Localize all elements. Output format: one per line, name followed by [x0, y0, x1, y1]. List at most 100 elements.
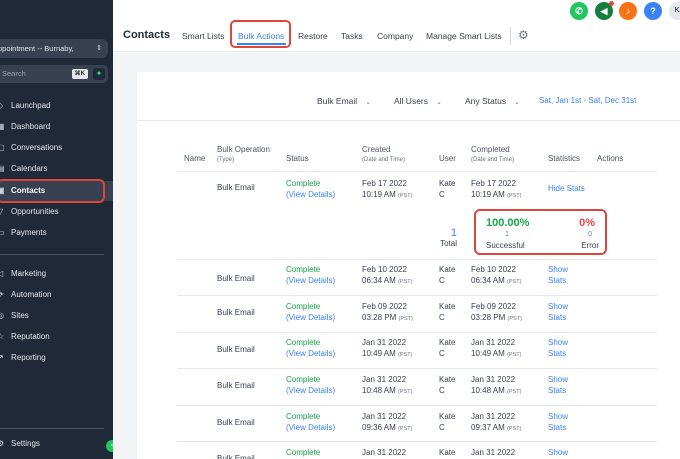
row-type: Bulk Email	[217, 183, 255, 192]
users-filter-value: All Users	[394, 96, 429, 106]
show-stats-link[interactable]: Show Stats	[548, 375, 568, 396]
created-date: Jan 31 2022	[362, 448, 407, 457]
sidebar-item-settings[interactable]: ⚙ Settings	[0, 435, 113, 453]
sidebar-item-label: Payments	[11, 228, 47, 237]
completed-date: Jan 31 2022	[471, 448, 516, 457]
user-first: Kate	[439, 448, 456, 457]
tab-smart-lists[interactable]: Smart Lists	[182, 31, 225, 41]
show-stats-link[interactable]: Show	[548, 448, 568, 459]
show-stats-link[interactable]: Show Stats	[548, 302, 568, 323]
tab-company[interactable]: Company	[377, 31, 413, 41]
sidebar-item-calendars[interactable]: ▤ Calendars	[0, 160, 113, 178]
sidebar-item-reputation[interactable]: ☆ Reputation	[0, 328, 113, 346]
view-details-link[interactable]: (View Details)	[286, 276, 335, 285]
bell-icon[interactable]: ♪	[619, 2, 637, 20]
rocket-icon: ◇	[0, 101, 4, 110]
user-last: C	[439, 312, 445, 322]
view-details-link[interactable]: (View Details)	[286, 423, 335, 432]
show-stats-line2: Stats	[548, 385, 567, 395]
tab-manage-smart-lists[interactable]: Manage Smart Lists	[426, 31, 502, 41]
timezone: (PST)	[507, 192, 522, 199]
error-count: 0	[588, 231, 592, 238]
sidebar-item-marketing[interactable]: ◁ Marketing	[0, 265, 113, 283]
phone-icon[interactable]: ✆	[570, 2, 588, 20]
completed-time: 10:19 AM	[471, 189, 505, 199]
operation-filter-value: Bulk Email	[317, 96, 358, 106]
view-details-link[interactable]: (View Details)	[286, 349, 335, 358]
sidebar-search[interactable]: Search ⌘K ✦	[0, 65, 108, 83]
sidebar-item-reporting[interactable]: ↗ Reporting	[0, 349, 113, 367]
gear-icon: ⚙	[0, 439, 5, 448]
operation-filter[interactable]: Bulk Email ⌄	[317, 96, 371, 106]
timezone: (PST)	[398, 192, 413, 199]
row-created: Feb 17 2022 10:19 AM (PST)	[362, 179, 412, 201]
sidebar-item-sites[interactable]: ◎ Sites	[0, 307, 113, 325]
users-filter[interactable]: All Users ⌄	[394, 96, 442, 106]
chevron-down-icon: ⌄	[436, 99, 442, 106]
error-percent: 0%	[579, 217, 595, 229]
show-stats-line2: Stats	[548, 275, 567, 285]
user-last: C	[439, 385, 445, 395]
view-details-link[interactable]: (View Details)	[286, 386, 335, 395]
completed-date: Feb 10 2022	[471, 265, 516, 274]
created-date: Jan 31 2022	[362, 412, 407, 421]
row-status: Complete (View Details)	[286, 412, 335, 433]
help-icon[interactable]: ?	[644, 2, 662, 20]
sidebar-item-conversations[interactable]: ▢ Conversations	[0, 139, 113, 157]
automation-icon: ⟳	[0, 290, 4, 299]
row-created: Feb 09 2022 03:28 PM (PST)	[362, 302, 413, 324]
card-icon: ▭	[0, 228, 5, 237]
row-status: Complete (View Details)	[286, 265, 335, 286]
row-user: Kate C	[439, 302, 455, 323]
row-type: Bulk Email	[217, 345, 255, 354]
show-stats-link[interactable]: Show Stats	[548, 338, 568, 359]
view-details-link[interactable]: (View Details)	[286, 313, 335, 322]
chevron-updown-icon: ⇕	[96, 45, 102, 52]
show-stats-line1: Show	[548, 375, 569, 384]
hide-stats-link[interactable]: Hide Stats	[548, 184, 585, 195]
avatar[interactable]: KI	[669, 2, 680, 20]
gear-icon[interactable]: ⚙	[518, 28, 529, 42]
date-range-picker[interactable]: Sat, Jan 1st - Sat, Dec 31st	[539, 96, 636, 105]
show-stats-line2: Stats	[548, 312, 567, 322]
show-stats-link[interactable]: Show Stats	[548, 265, 568, 286]
status-filter[interactable]: Any Status ⌄	[465, 96, 520, 106]
show-stats-link[interactable]: Show Stats	[548, 412, 568, 433]
header-created: Created (Date and Time)	[362, 145, 405, 165]
row-user: Kate C	[439, 179, 455, 200]
top-bar: Contacts Smart Lists Bulk Actions Restor…	[113, 0, 680, 52]
stats-highlight-box: 100.00% 0% 1 0 Successful Error	[474, 209, 607, 255]
completed-date: Feb 09 2022	[471, 302, 516, 311]
show-stats-line1: Show	[548, 412, 569, 421]
tab-divider	[510, 27, 511, 45]
calendar-icon: ▤	[0, 164, 5, 173]
lightning-icon[interactable]: ✦	[93, 68, 105, 80]
bulk-actions-highlight-box	[230, 20, 291, 48]
completed-date: Jan 31 2022	[471, 338, 516, 347]
sidebar-item-automation[interactable]: ⟳ Automation	[0, 286, 113, 304]
location-switcher[interactable]: ppointment -- Burnaby, ⇕	[0, 39, 108, 58]
sidebar: ppointment -- Burnaby, ⇕ Search ⌘K ✦ ◇ L…	[0, 0, 113, 459]
tab-tasks[interactable]: Tasks	[341, 31, 363, 41]
location-name: ppointment -- Burnaby,	[0, 44, 74, 53]
summary-total: 1 Total	[411, 227, 457, 248]
row-created: Jan 31 2022 09:36 AM (PST)	[362, 412, 412, 434]
dashboard-icon: ▦	[0, 122, 5, 131]
sidebar-item-dashboard[interactable]: ▦ Dashboard	[0, 118, 113, 136]
total-count: 1	[450, 227, 457, 239]
completed-time: 09:37 AM	[471, 422, 505, 432]
sidebar-item-label: Opportunities	[11, 207, 59, 216]
sidebar-item-opportunities[interactable]: ▽ Opportunities	[0, 203, 113, 221]
header-user: User	[439, 154, 456, 163]
completed-time: 10:48 AM	[471, 385, 505, 395]
sidebar-item-launchpad[interactable]: ◇ Launchpad	[0, 97, 113, 115]
timezone: (PST)	[398, 315, 413, 322]
main-content: Bulk Email ⌄ All Users ⌄ Any Status ⌄ Sat, …	[113, 53, 680, 459]
tab-restore[interactable]: Restore	[298, 31, 328, 41]
sidebar-item-payments[interactable]: ▭ Payments	[0, 224, 113, 242]
created-date: Jan 31 2022	[362, 338, 407, 347]
view-details-link[interactable]: (View Details)	[286, 190, 335, 199]
success-count: 1	[505, 231, 509, 238]
status-text: Complete	[286, 338, 321, 347]
sidebar-item-label: Reputation	[11, 332, 50, 341]
